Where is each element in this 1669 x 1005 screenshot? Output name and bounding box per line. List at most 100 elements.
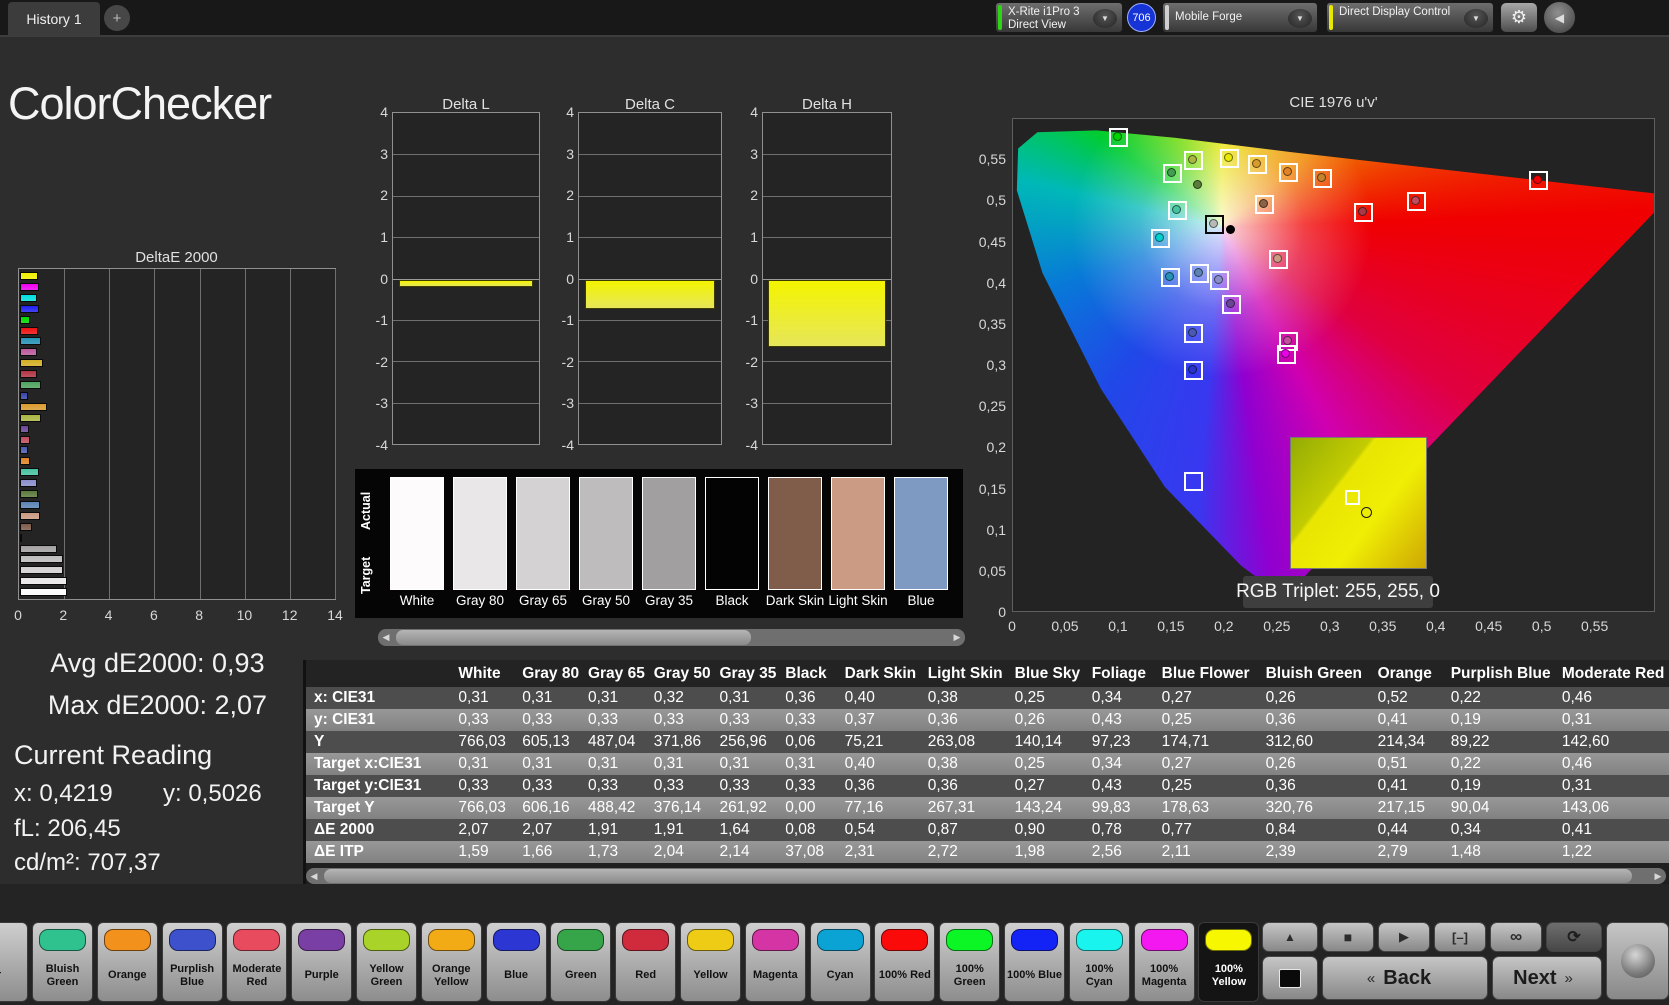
cie-xtick-0-55: 0,55 <box>1580 618 1609 634</box>
collapse-bar-button[interactable]: ▲ <box>1262 922 1318 952</box>
add-tab-button[interactable]: + <box>104 5 130 31</box>
de-bar-magenta <box>20 348 38 357</box>
patch-button-moderate-red[interactable]: Moderate Red <box>226 922 288 1002</box>
chevron-down-icon[interactable]: ▼ <box>1464 9 1488 28</box>
patch-button-blue[interactable]: Blue <box>485 922 547 1002</box>
patch-button-100-blue[interactable]: 100% Blue <box>1004 922 1065 1002</box>
swatch-label-blue: Blue <box>907 593 935 608</box>
inset-measured-circle <box>1361 506 1373 518</box>
cell--e-itp-light-skin: 2,72 <box>927 843 958 860</box>
patch-button-100-red[interactable]: 100% Red <box>874 922 936 1002</box>
delta-gridline <box>579 195 721 197</box>
patch-button-orange-yellow[interactable]: Orange Yellow <box>420 922 482 1002</box>
cie-dot-white-point <box>1226 225 1236 235</box>
de-bar-purplish-blue <box>20 446 29 455</box>
cell-x-cie31-orange: 0,52 <box>1377 689 1408 706</box>
patch-button-purplish-blue[interactable]: Purplish Blue <box>161 922 223 1002</box>
delta-ytick-4: 4 <box>750 104 758 120</box>
patch-button-purple[interactable]: Purple <box>291 922 353 1002</box>
delta-ytick--4: -4 <box>745 437 758 453</box>
patch-button-green[interactable]: Green <box>550 922 612 1002</box>
patch-button-red[interactable]: Red <box>615 922 677 1002</box>
cell-target-y-light-skin: 267,31 <box>927 799 976 816</box>
workflow-dropdown[interactable]: Direct Display Control ▼ <box>1326 2 1494 33</box>
source-dropdown[interactable]: Mobile Forge ▼ <box>1162 2 1318 33</box>
meter-dropdown[interactable]: X-Rite i1Pro 3 Direct View ▼ <box>995 2 1123 33</box>
cie-ytick-0-3: 0,3 <box>986 357 1006 373</box>
scroll-right-icon[interactable]: ▶ <box>1650 868 1666 884</box>
patch-button-yellow-green[interactable]: Yellow Green <box>356 922 417 1002</box>
patch-button-bluish-green[interactable]: Bluish Green <box>32 922 93 1002</box>
cie-xtick-0-05: 0,05 <box>1051 618 1079 634</box>
patch-button-100-green[interactable]: 100% Green <box>939 922 1001 1002</box>
de-bar-100-cyan <box>20 293 37 302</box>
table-row-target-y: Target Y 766,03 606,16 488,42 376,14 261,92 0,… <box>306 797 1669 819</box>
refresh-button[interactable]: ⟳ <box>1546 922 1602 952</box>
swatch-strip-scrollbar[interactable]: ◀ ▶ <box>378 629 965 646</box>
cie-point-orange-yellow <box>1247 155 1267 175</box>
cie-dot-light-skin <box>1272 253 1282 263</box>
stop-button[interactable]: ■ <box>1322 922 1374 952</box>
cell--e-2000-bluish-green: 0,84 <box>1265 821 1296 838</box>
chevron-down-icon[interactable]: ▼ <box>1093 9 1117 28</box>
chevron-down-icon[interactable]: ▼ <box>1288 9 1312 28</box>
de-xtick-14: 14 <box>327 607 343 623</box>
row-label-y: Y <box>314 733 325 750</box>
swatch-label-white: White <box>399 593 435 608</box>
de-bar-foliage <box>20 490 38 498</box>
scroll-left-icon[interactable]: ◀ <box>306 868 322 884</box>
swatch-label-gray-35: Gray 35 <box>644 593 694 608</box>
de-bar-100-magenta <box>20 282 40 291</box>
collapse-panel-button[interactable]: ◀ <box>1543 1 1576 34</box>
patch-button-cyan[interactable]: Cyan <box>809 922 871 1002</box>
patch-button-partial[interactable]: er <box>0 922 28 1002</box>
de-bar-gray-35 <box>20 544 58 553</box>
measurement-count-badge[interactable]: 706 <box>1127 3 1156 32</box>
chevron-left-icon: ◀ <box>1554 10 1565 25</box>
loop-button[interactable]: ∞ <box>1490 922 1542 952</box>
delta-ytick-3: 3 <box>380 145 388 162</box>
pattern-display-button[interactable] <box>1262 956 1318 1000</box>
patch-button-100-magenta[interactable]: 100% Magenta <box>1133 922 1195 1002</box>
table-row-target-y-cie31: Target y:CIE31 0,33 0,33 0,33 0,33 0,33 0,33 0,… <box>306 775 1669 797</box>
cell-y-cie31-gray-65: 0,33 <box>587 711 619 728</box>
cell-target-y-cie31-blue-flower: 0,25 <box>1161 777 1192 794</box>
back-button[interactable]: « Back <box>1322 956 1488 1000</box>
pattern-window-button[interactable]: [–] <box>1434 922 1486 952</box>
cell-target-y-black: 0,00 <box>785 799 816 816</box>
cell--e-itp-gray-50: 2,04 <box>653 843 684 860</box>
de2000-bar-chart <box>18 268 336 600</box>
next-button[interactable]: Next » <box>1492 956 1602 1000</box>
cell-x-cie31-bluish-green: 0,26 <box>1265 689 1296 706</box>
patch-button-100-cyan[interactable]: 100% Cyan <box>1068 922 1130 1002</box>
de-bar-gray-80 <box>20 577 67 586</box>
scroll-left-icon[interactable]: ◀ <box>378 629 394 646</box>
cell-y-cie31-orange: 0,41 <box>1377 711 1408 728</box>
de-bar-black <box>20 533 22 542</box>
settings-button[interactable]: ⚙ <box>1500 2 1538 33</box>
scrollbar-thumb[interactable] <box>396 630 751 645</box>
patch-button-orange[interactable]: Orange <box>96 922 158 1002</box>
delta-ytick-1: 1 <box>566 228 574 245</box>
scrollbar-thumb[interactable] <box>324 869 1632 883</box>
table-scrollbar[interactable]: ◀ ▶ <box>306 868 1666 884</box>
sphere-button[interactable] <box>1606 922 1669 1000</box>
patch-button-magenta[interactable]: Magenta <box>744 922 806 1002</box>
cie-ytick-0-45: 0,45 <box>978 233 1006 250</box>
patch-button-100-yellow[interactable]: 100% Yellow <box>1198 922 1260 1002</box>
tab-history-1[interactable]: History 1 <box>8 2 100 35</box>
col-header-white: White <box>450 660 515 687</box>
delta-gridline <box>763 402 891 404</box>
delta-bar-delta-h <box>768 279 886 348</box>
delta-ytick-0: 0 <box>380 270 388 287</box>
scroll-right-icon[interactable]: ▶ <box>949 629 965 646</box>
patch-button-yellow[interactable]: Yellow <box>680 922 741 1002</box>
cell-y-gray-50: 371,86 <box>653 733 702 750</box>
col-header-blue-sky: Blue Sky <box>1006 660 1084 687</box>
delta-chart-title-delta-c: Delta C <box>624 96 676 113</box>
cell--e-itp-purplish-blue: 1,48 <box>1450 843 1481 860</box>
play-button[interactable]: ▶ <box>1378 922 1430 952</box>
infinity-icon: ∞ <box>1509 927 1523 946</box>
delta-bar-delta-l <box>398 279 534 287</box>
cie-point-red <box>1353 203 1373 223</box>
